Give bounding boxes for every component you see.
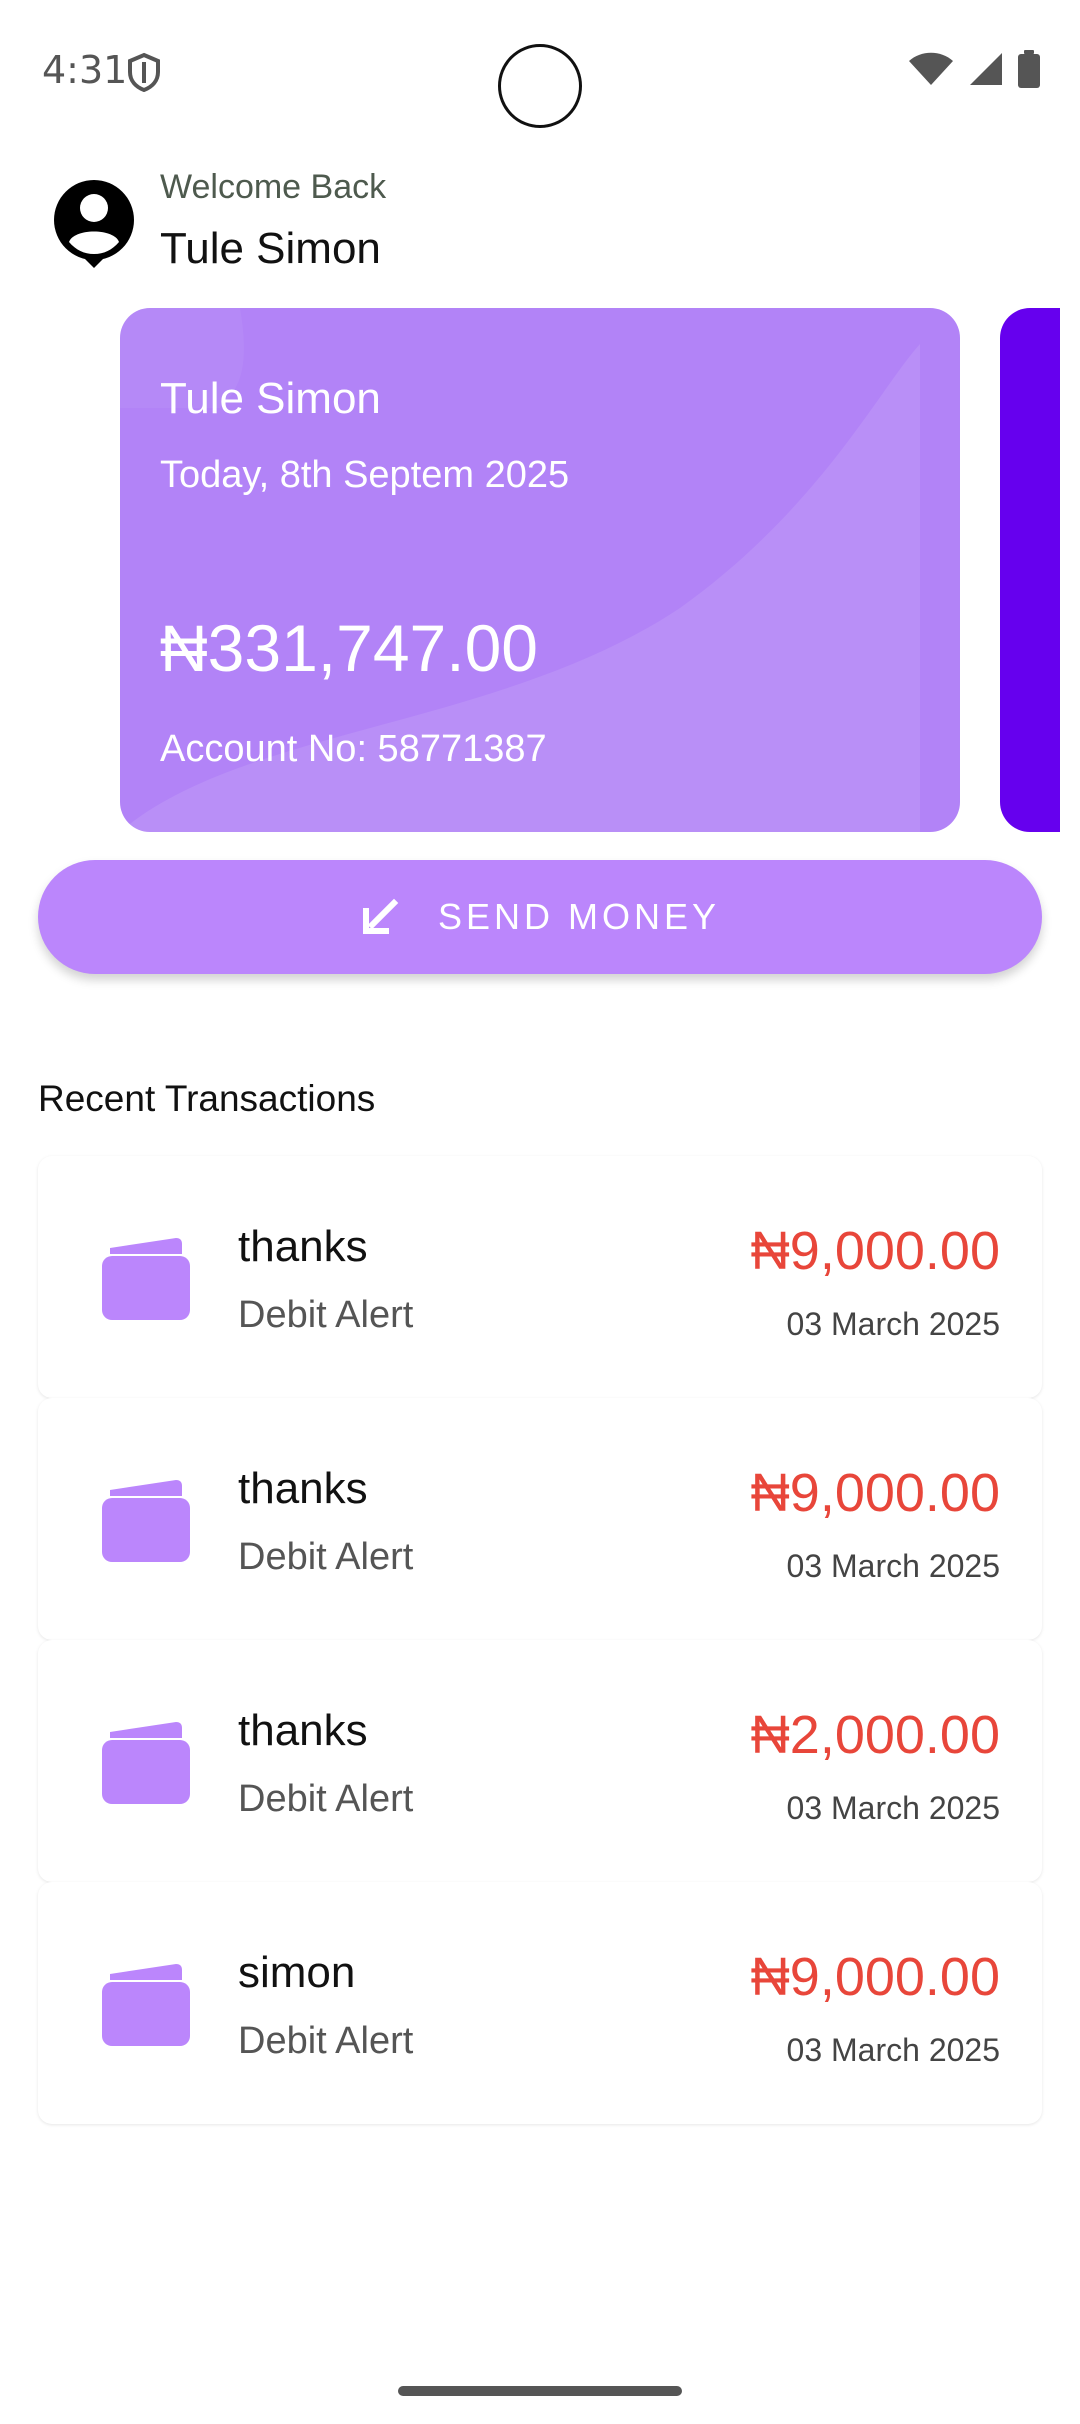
transaction-type: Debit Alert [238,2020,414,2062]
account-circle-icon[interactable] [52,178,136,278]
send-money-button[interactable]: SEND MONEY [38,860,1042,974]
battery-icon [1018,50,1040,88]
transaction-item[interactable]: thanks Debit Alert ₦9,000.00 03 March 20… [38,1398,1042,1640]
status-icons [908,50,1040,88]
camera-cutout [498,44,582,128]
transaction-item[interactable]: thanks Debit Alert ₦9,000.00 03 March 20… [38,1156,1042,1398]
send-money-label: SEND MONEY [437,896,721,937]
transaction-list: thanks Debit Alert ₦9,000.00 03 March 20… [38,1156,1042,2124]
transaction-type: Debit Alert [238,1294,414,1336]
card-holder-name: Tule Simon [160,374,381,423]
transaction-amount: ₦9,000.00 [750,1463,1000,1523]
shield-icon [126,52,162,93]
status-bar: 4:31 [0,0,1080,140]
home-indicator[interactable] [398,2386,682,2396]
signal-icon [968,51,1004,87]
wallet-icon [102,1480,190,1562]
arrow-down-left-icon [360,897,400,937]
account-number: Account No: 58771387 [160,728,547,770]
section-title: Recent Transactions [38,1078,376,1119]
wallet-icon [102,1722,190,1804]
transaction-item[interactable]: simon Debit Alert ₦9,000.00 03 March 202… [38,1882,1042,2124]
next-account-card[interactable] [1000,308,1060,832]
transaction-type: Debit Alert [238,1778,414,1820]
transaction-amount: ₦2,000.00 [750,1705,1000,1765]
transaction-amount: ₦9,000.00 [750,1947,1000,2007]
transaction-title: thanks [238,1464,368,1513]
transaction-title: thanks [238,1222,368,1271]
transaction-date: 03 March 2025 [786,1790,1000,1826]
wallet-icon [102,1238,190,1320]
welcome-header: Welcome Back Tule Simon [52,168,1032,288]
account-card[interactable]: Tule Simon Today, 8th Septem 2025 ₦331,7… [120,308,960,832]
account-balance: ₦331,747.00 [160,611,538,685]
transaction-date: 03 March 2025 [786,1548,1000,1584]
welcome-label: Welcome Back [160,168,387,206]
status-time: 4:31 [42,48,128,92]
user-name: Tule Simon [160,224,381,273]
transaction-date: 03 March 2025 [786,2032,1000,2068]
transaction-date: 03 March 2025 [786,1306,1000,1342]
wifi-icon [908,51,954,87]
transaction-title: simon [238,1948,356,1997]
transaction-type: Debit Alert [238,1536,414,1578]
transaction-item[interactable]: thanks Debit Alert ₦2,000.00 03 March 20… [38,1640,1042,1882]
card-date: Today, 8th Septem 2025 [160,454,570,496]
transaction-title: thanks [238,1706,368,1755]
transaction-amount: ₦9,000.00 [750,1221,1000,1281]
wallet-icon [102,1964,190,2046]
